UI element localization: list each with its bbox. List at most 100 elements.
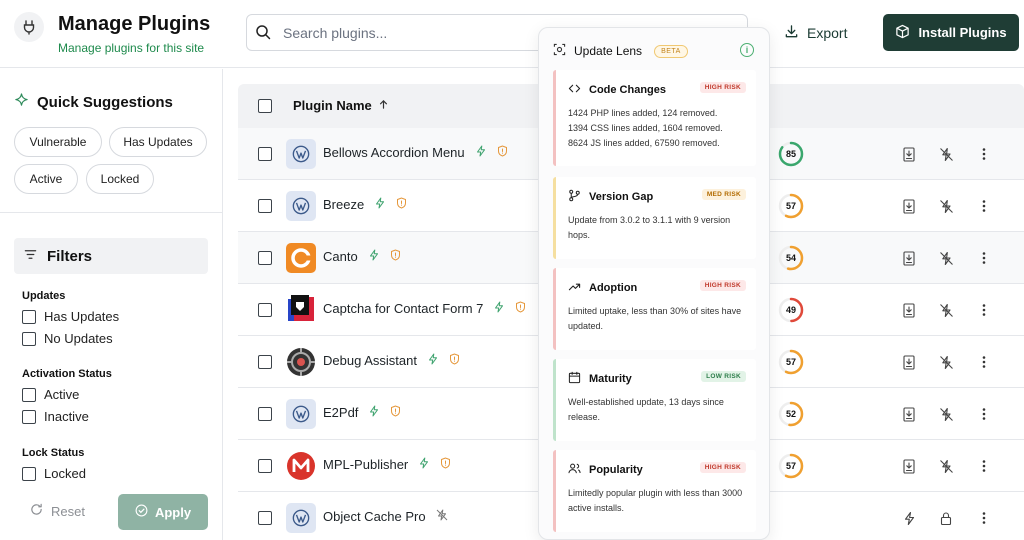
- card-heading: Code Changes: [568, 82, 666, 98]
- plugin-name[interactable]: Debug Assistant: [323, 353, 460, 368]
- health-score[interactable]: 57: [776, 451, 806, 481]
- plugin-name[interactable]: MPL-Publisher: [323, 457, 451, 472]
- plugin-name[interactable]: Breeze: [323, 197, 407, 212]
- update-button[interactable]: [901, 302, 917, 318]
- deactivate-button[interactable]: [938, 146, 954, 162]
- checkbox[interactable]: [22, 409, 36, 424]
- checkbox[interactable]: [22, 331, 36, 346]
- row-checkbox[interactable]: [258, 147, 272, 161]
- lock-button[interactable]: [938, 510, 954, 526]
- install-plugins-button[interactable]: Install Plugins: [883, 14, 1019, 51]
- plugin-name[interactable]: E2Pdf: [323, 405, 401, 420]
- filter-locked[interactable]: Locked: [22, 466, 86, 481]
- more-options-icon[interactable]: [976, 250, 992, 266]
- health-score[interactable]: 52: [776, 399, 806, 429]
- filters-header[interactable]: Filters: [14, 238, 208, 274]
- info-icon[interactable]: i: [740, 43, 754, 57]
- lens-icon: [553, 43, 566, 59]
- chip-vulnerable[interactable]: Vulnerable: [14, 127, 102, 157]
- score-value: 49: [785, 305, 796, 315]
- arrow-up-icon: [378, 98, 389, 113]
- bolt-icon: [475, 145, 487, 160]
- card-body: Update from 3.0.2 to 3.1.1 with 9 versio…: [568, 213, 748, 243]
- filter-has-updates[interactable]: Has Updates: [22, 309, 119, 324]
- more-options-icon[interactable]: [976, 198, 992, 214]
- chip-has-updates[interactable]: Has Updates: [109, 127, 207, 157]
- deactivate-button[interactable]: [938, 198, 954, 214]
- filter-no-updates[interactable]: No Updates: [22, 331, 113, 346]
- card-body: Limited uptake, less than 30% of sites h…: [568, 304, 748, 334]
- update-button[interactable]: [901, 198, 917, 214]
- row-checkbox[interactable]: [258, 199, 272, 213]
- risk-badge: MED RISK: [701, 189, 746, 200]
- reset-button[interactable]: Reset: [30, 503, 85, 519]
- plugin-name[interactable]: Canto: [323, 249, 401, 264]
- row-checkbox[interactable]: [258, 459, 272, 473]
- update-button[interactable]: [901, 458, 917, 474]
- card-line: Well-established update, 13 days since r…: [568, 397, 724, 422]
- mpl-icon: [286, 451, 316, 481]
- more-options-icon[interactable]: [976, 510, 992, 526]
- card-heading: Maturity: [568, 371, 632, 387]
- update-button[interactable]: [901, 250, 917, 266]
- checkbox[interactable]: [22, 309, 36, 324]
- shield-alert-icon: [515, 301, 526, 316]
- health-score[interactable]: 85: [776, 139, 806, 169]
- plugin-name[interactable]: Bellows Accordion Menu: [323, 145, 508, 160]
- checkbox[interactable]: [22, 466, 36, 481]
- health-score[interactable]: 54: [776, 243, 806, 273]
- row-checkbox[interactable]: [258, 251, 272, 265]
- download-icon: [784, 24, 799, 42]
- deactivate-button[interactable]: [938, 458, 954, 474]
- bolt-icon: [427, 353, 439, 368]
- filter-inactive[interactable]: Inactive: [22, 409, 89, 424]
- wordpress-icon: [286, 399, 316, 429]
- health-score[interactable]: 57: [776, 347, 806, 377]
- deactivate-button[interactable]: [938, 406, 954, 422]
- column-plugin-name[interactable]: Plugin Name: [293, 98, 389, 113]
- score-value: 52: [785, 409, 796, 419]
- score-value: 54: [785, 253, 796, 263]
- bolt-off-icon: [436, 509, 448, 524]
- score-value: 57: [785, 201, 796, 211]
- more-options-icon[interactable]: [976, 354, 992, 370]
- deactivate-button[interactable]: [938, 302, 954, 318]
- package-icon: [895, 24, 910, 42]
- export-button[interactable]: Export: [784, 22, 847, 44]
- apply-button[interactable]: Apply: [118, 494, 208, 530]
- select-all-checkbox[interactable]: [258, 99, 272, 113]
- card-line: 1424 PHP lines added, 124 removed.: [568, 108, 718, 118]
- deactivate-button[interactable]: [938, 250, 954, 266]
- update-button[interactable]: [901, 354, 917, 370]
- plugin-name[interactable]: Captcha for Contact Form 7: [323, 301, 526, 316]
- card-line: Update from 3.0.2 to 3.1.1 with 9 versio…: [568, 215, 731, 240]
- plugin-name[interactable]: Object Cache Pro: [323, 509, 448, 524]
- more-options-icon[interactable]: [976, 146, 992, 162]
- chip-active[interactable]: Active: [14, 164, 78, 194]
- activate-button[interactable]: [901, 510, 917, 526]
- card-heading: Version Gap: [568, 189, 653, 205]
- more-options-icon[interactable]: [976, 302, 992, 318]
- update-button[interactable]: [901, 406, 917, 422]
- checkbox[interactable]: [22, 387, 36, 402]
- deactivate-button[interactable]: [938, 354, 954, 370]
- score-value: 57: [785, 357, 796, 367]
- row-checkbox[interactable]: [258, 303, 272, 317]
- lens-card-popularity: Popularity HIGH RISK Limitedly popular p…: [553, 450, 756, 532]
- more-options-icon[interactable]: [976, 458, 992, 474]
- row-checkbox[interactable]: [258, 511, 272, 525]
- health-score[interactable]: 49: [776, 295, 806, 325]
- update-button[interactable]: [901, 146, 917, 162]
- row-checkbox[interactable]: [258, 407, 272, 421]
- chip-locked[interactable]: Locked: [86, 164, 154, 194]
- check-circle-icon: [135, 504, 148, 520]
- health-score[interactable]: 57: [776, 191, 806, 221]
- more-options-icon[interactable]: [976, 406, 992, 422]
- card-line: 1394 CSS lines added, 1604 removed.: [568, 123, 723, 133]
- row-checkbox[interactable]: [258, 355, 272, 369]
- score-value: 57: [785, 461, 796, 471]
- shield-alert-icon: [449, 353, 460, 368]
- filter-active[interactable]: Active: [22, 387, 79, 402]
- card-line: Limited uptake, less than 30% of sites h…: [568, 306, 742, 331]
- bolt-icon: [368, 405, 380, 420]
